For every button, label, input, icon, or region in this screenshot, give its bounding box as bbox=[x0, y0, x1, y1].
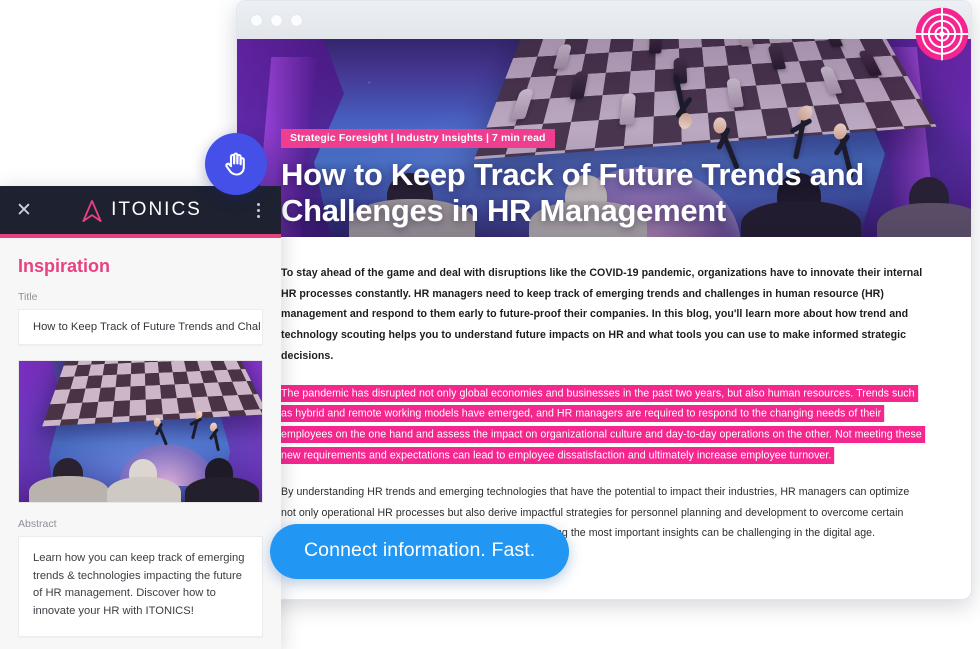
itonics-radar-logo bbox=[912, 4, 972, 64]
hero-banner: Strategic Foresight | Industry Insights … bbox=[237, 39, 971, 237]
itonics-side-panel: ✕ ITONICS Inspiration Title How to Keep … bbox=[0, 186, 281, 649]
brand-lockup: ITONICS bbox=[34, 199, 249, 222]
window-minimize-dot[interactable] bbox=[271, 14, 282, 26]
panel-body: Inspiration Title How to Keep Track of F… bbox=[0, 234, 281, 649]
abstract-text[interactable]: Learn how you can keep track of emerging… bbox=[33, 550, 248, 621]
article-body: To stay ahead of the game and deal with … bbox=[237, 237, 971, 571]
hero-category-tag: Strategic Foresight | Industry Insights … bbox=[281, 128, 555, 149]
article-paragraph-highlighted: The pandemic has disrupted not only glob… bbox=[281, 383, 927, 466]
hero-title: How to Keep Track of Future Trends and C… bbox=[281, 157, 864, 229]
hand-cursor-icon bbox=[225, 152, 245, 176]
article-paragraph-intro: To stay ahead of the game and deal with … bbox=[281, 267, 923, 362]
highlight-span: The pandemic has disrupted not only glob… bbox=[281, 384, 922, 464]
screenshot-stage: Strategic Foresight | Industry Insights … bbox=[0, 0, 980, 649]
itonics-arrow-logo bbox=[81, 199, 103, 222]
window-close-dot[interactable] bbox=[251, 14, 262, 26]
abstract-field-label: Abstract bbox=[18, 518, 57, 530]
hero-text-block: Strategic Foresight | Industry Insights … bbox=[281, 128, 951, 229]
title-field-label: Title bbox=[18, 291, 38, 303]
title-field-box[interactable]: How to Keep Track of Future Trends and C… bbox=[18, 309, 263, 345]
browser-titlebar bbox=[237, 1, 971, 39]
window-traffic-lights[interactable] bbox=[251, 14, 302, 26]
browser-window: Strategic Foresight | Industry Insights … bbox=[236, 0, 972, 600]
brand-name: ITONICS bbox=[111, 199, 202, 220]
close-icon[interactable]: ✕ bbox=[14, 200, 34, 220]
cta-pill[interactable]: Connect information. Fast. bbox=[270, 524, 570, 579]
panel-heading: Inspiration bbox=[18, 256, 111, 276]
window-maximize-dot[interactable] bbox=[291, 14, 302, 26]
kebab-menu-icon[interactable] bbox=[249, 202, 267, 218]
article-thumbnail-image bbox=[18, 360, 263, 503]
title-input[interactable]: How to Keep Track of Future Trends and C… bbox=[19, 310, 262, 344]
hand-cursor-badge[interactable] bbox=[205, 133, 267, 195]
abstract-field-box[interactable]: Learn how you can keep track of emerging… bbox=[18, 536, 263, 637]
